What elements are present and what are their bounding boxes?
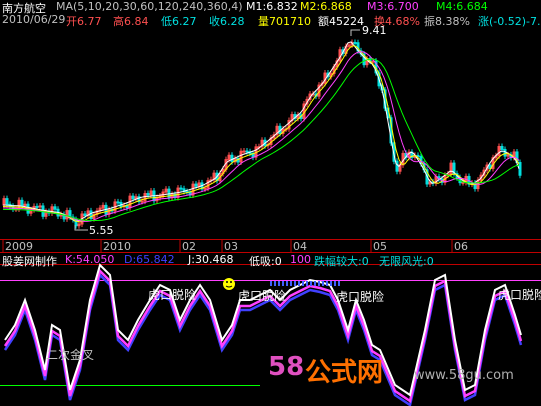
smiley-icon [223, 278, 235, 290]
low-suck-bar [306, 281, 308, 286]
time-label: 2010 [103, 240, 131, 253]
indicator-j: J:30.468 [188, 253, 234, 266]
low-suck-bar [314, 281, 316, 286]
candle-body [35, 205, 39, 208]
candle-body [242, 150, 246, 153]
candle-body [503, 148, 507, 157]
moving-average-lines [2, 41, 520, 223]
watermark-brand: 公式网 [305, 358, 384, 388]
low-suck-bar [310, 281, 312, 286]
candle-body [230, 154, 234, 163]
indicator-k: K:54.050 [65, 253, 115, 266]
low-suck-bar [298, 281, 300, 286]
candle-body [500, 146, 504, 150]
time-label: 03 [224, 240, 238, 253]
ma-line [2, 41, 520, 222]
candle-body [53, 206, 57, 210]
candle-body [245, 150, 249, 153]
high-pointer [350, 29, 360, 36]
low-suck-bar [318, 281, 320, 286]
low-suck-bar [290, 281, 292, 286]
watermark-url: www.58gu.com [414, 368, 514, 383]
ma-line [3, 51, 520, 222]
candle-body [116, 201, 120, 204]
candle-body [203, 187, 207, 190]
candle-body [140, 200, 144, 203]
time-label: 05 [373, 240, 387, 253]
high-price-label: 9.41 [362, 24, 387, 37]
kdj-lines [3, 263, 523, 406]
tiger-label: 虎口脱险 [148, 288, 197, 302]
candle-body [179, 187, 183, 190]
low-suck-bar [302, 281, 304, 286]
tiger-label: 虎口脱险 [498, 288, 541, 302]
candle-body [5, 198, 9, 205]
low-suck-bar [326, 281, 328, 286]
indicator-title: 股姜网制作 [2, 255, 57, 268]
low-suck-bar [286, 281, 288, 286]
indicator-score: 100 [290, 253, 311, 266]
indicator-big-swing: 跌幅较大:0 [314, 255, 369, 268]
candle-body [146, 193, 150, 196]
time-label: 04 [293, 240, 307, 253]
low-suck-bar [334, 281, 336, 286]
low-suck-bar [338, 281, 340, 286]
low-price-label: 5.55 [89, 224, 114, 237]
time-label: 06 [454, 240, 468, 253]
tiger-label: 虎口脱险 [336, 290, 385, 304]
indicator-d: D:65.842 [124, 253, 175, 266]
candle-body [194, 183, 198, 187]
tiger-label: 虎口脱险 [238, 289, 287, 303]
candle-body [83, 213, 87, 217]
candle-body [518, 161, 522, 176]
candle-body [131, 195, 135, 200]
indicator-scenery: 无限风光:0 [379, 255, 434, 268]
stock-chart-window: { "colors": { "background": "#000000", "… [0, 0, 541, 406]
low-suck-bar [282, 281, 284, 286]
low-suck-bar [270, 281, 272, 286]
indicator-low-suck: 低吸:0 [249, 255, 282, 268]
low-suck-bar [294, 281, 296, 286]
time-label: 2009 [5, 240, 33, 253]
golden-cross-label: 二次金叉 [46, 348, 95, 362]
watermark-number: 58 [268, 352, 305, 382]
time-label: 02 [182, 240, 196, 253]
low-suck-bar [278, 281, 280, 286]
candlestick-series [2, 39, 522, 229]
candle-body [353, 41, 357, 44]
candle-body [20, 199, 24, 207]
low-suck-bar [330, 281, 332, 286]
low-suck-bar [322, 281, 324, 286]
candle-body [371, 60, 375, 63]
candle-body [38, 205, 42, 208]
ma-line [2, 45, 520, 223]
low-suck-bar [274, 281, 276, 286]
